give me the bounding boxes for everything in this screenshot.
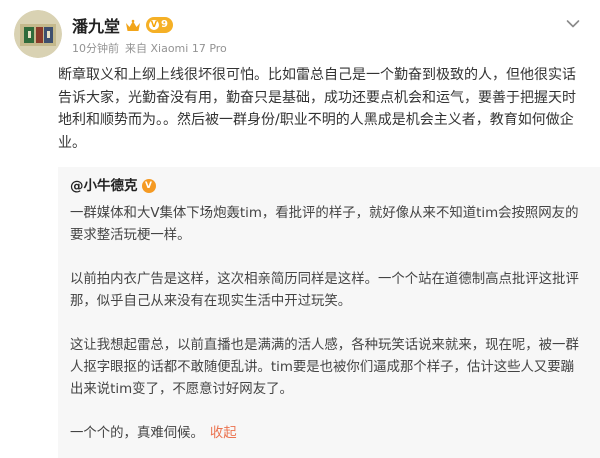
verified-v-icon: V <box>141 179 156 193</box>
repost-card[interactable]: @小牛德克 V 一群媒体和大V集体下场炮轰tim，看批评的样子，就好像从来不知道… <box>58 167 600 458</box>
vip-level: 9 <box>161 19 168 30</box>
post-source: 来自 Xiaomi 17 Pro <box>125 42 227 55</box>
avatar[interactable] <box>14 10 62 58</box>
repost-paragraph: 以前拍内衣广告是这样，这次相亲简历同样是这样。一个个站在道德制高点批评这批评那，… <box>70 272 579 309</box>
vip-v-icon: V <box>149 20 160 30</box>
author-row: 潘九堂 V 9 <box>72 13 173 37</box>
post-meta: 10分钟前 来自 Xiaomi 17 Pro <box>72 40 227 56</box>
repost-last-paragraph: 一个个的，真难伺候。 收起 <box>70 423 586 445</box>
crown-icon <box>125 18 141 32</box>
post-header: 潘九堂 V 9 10分钟前 来自 Xiaomi 17 Pro <box>14 10 586 60</box>
post-time[interactable]: 10分钟前 <box>72 40 119 56</box>
collapse-link[interactable]: 收起 <box>210 426 237 441</box>
vip-badge[interactable]: V 9 <box>146 17 173 33</box>
repost-paragraph-text: 一个个的，真难伺候。 <box>70 426 204 441</box>
chevron-down-icon[interactable] <box>566 14 580 28</box>
repost-author-name[interactable]: @小牛德克 <box>70 175 138 197</box>
post-text: 断章取义和上纲上线很坏很可怕。比如雷总自己是一个勤奋到极致的人，但他很实话告诉大… <box>58 67 576 151</box>
repost-paragraph: 一群媒体和大V集体下场炮轰tim，看批评的样子，就好像从来不知道tim会按照网友… <box>70 206 579 243</box>
repost-author-row: @小牛德克 V <box>70 175 586 197</box>
author-name[interactable]: 潘九堂 <box>72 13 120 37</box>
repost-paragraph: 这让我想起雷总，以前直播也是满满的活人感，各种玩笑话说来就来，现在呢，被一群人抠… <box>70 338 579 397</box>
